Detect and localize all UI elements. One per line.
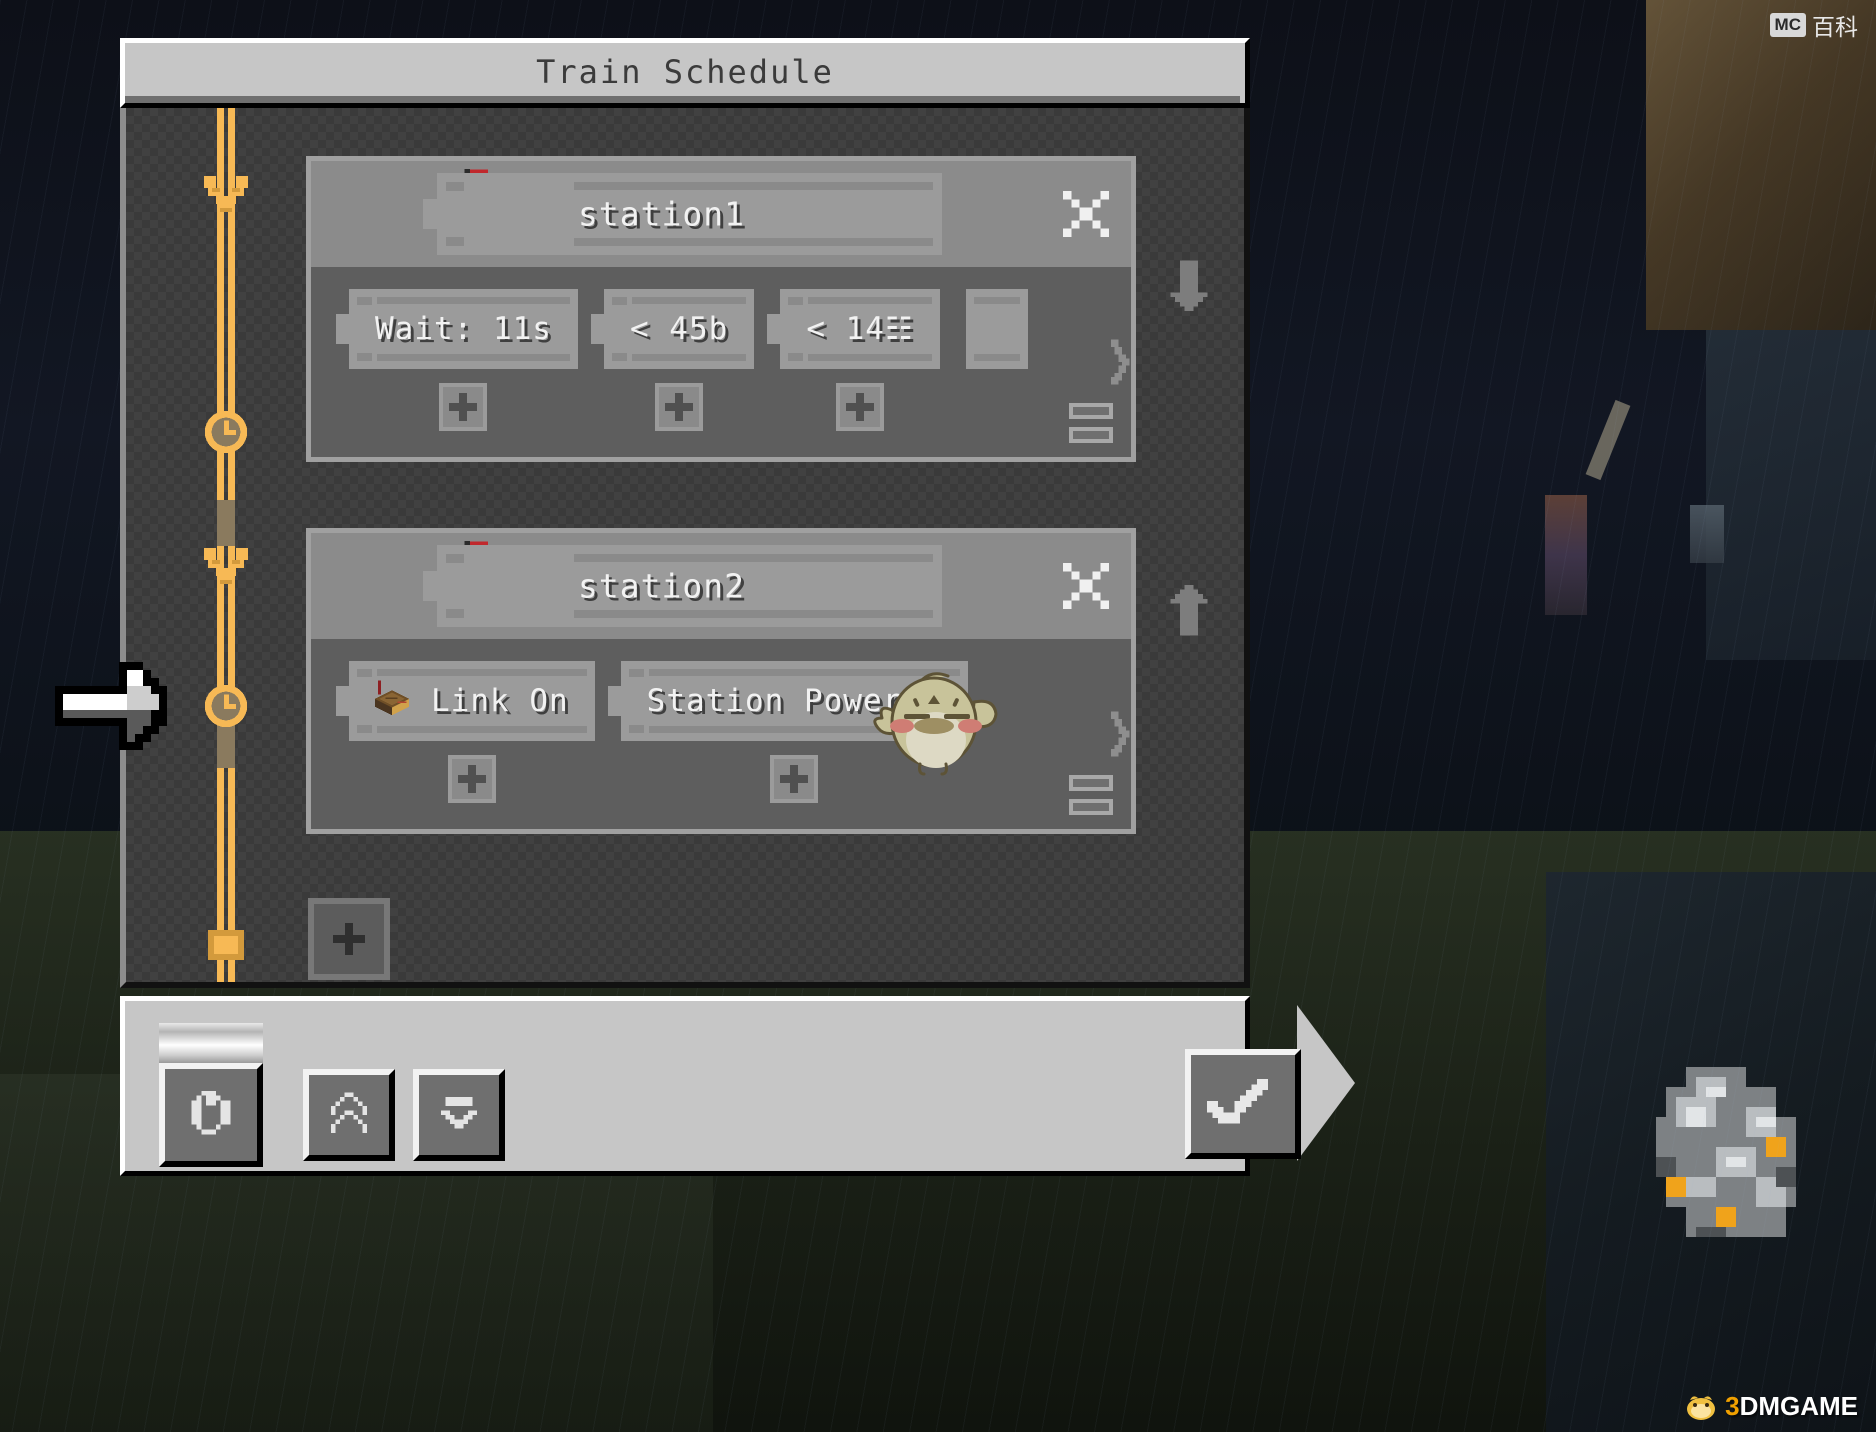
- condition-chip-group: Wait: 11s: [336, 289, 578, 431]
- condition-chip-group: < 14☷: [767, 289, 940, 431]
- condition-chip-list: Link On Station Powered: [311, 661, 1131, 803]
- add-condition-button[interactable]: [836, 383, 885, 431]
- chip-deco-line: [973, 354, 1020, 361]
- field-deco-line: [574, 238, 933, 246]
- chip-deco-line: [631, 297, 747, 304]
- condition-chip-group-overflow: [965, 289, 1028, 369]
- scroll-conditions-right-icon[interactable]: [1111, 339, 1137, 385]
- chip-deco-line: [377, 669, 587, 676]
- rail-marker-clock-2: [200, 680, 252, 732]
- destination-name-field[interactable]: station1: [423, 173, 942, 255]
- condition-chip-list: Wait: 11s < 45b < 14☷: [311, 289, 1131, 431]
- chip-deco-nub: [788, 353, 804, 361]
- condition-text: < 14☷: [806, 311, 914, 347]
- condition-chip-group: Link On: [336, 661, 595, 803]
- close-icon[interactable]: [1063, 563, 1109, 609]
- cycle-schedule-button[interactable]: [159, 1063, 263, 1167]
- add-condition-button[interactable]: [447, 755, 496, 803]
- destination-row: station1: [311, 161, 1131, 267]
- condition-list-icon[interactable]: [1069, 775, 1113, 815]
- chip-deco-line: [808, 354, 932, 361]
- confirm-tab-shape: [1297, 1005, 1355, 1161]
- schedule-list-panel: station1 Wait: 11s < 45b < 14☷ station2 …: [120, 108, 1250, 988]
- chip-deco-nub: [357, 725, 372, 733]
- chip-deco-line: [377, 354, 570, 361]
- close-icon[interactable]: [1063, 191, 1109, 237]
- scroll-conditions-right-icon[interactable]: [1111, 711, 1137, 757]
- chip-deco-line: [631, 354, 747, 361]
- train-schedule-window: Train Schedule station1 Wait: 11s < 45b …: [120, 38, 1355, 1176]
- bottom-toolbar: [120, 996, 1355, 1176]
- chip-deco-nub: [611, 297, 627, 305]
- chip-deco-nub: [611, 353, 627, 361]
- watermark-logo-icon: [1687, 1395, 1716, 1420]
- field-deco-line: [574, 182, 933, 190]
- field-deco-line: [574, 610, 933, 618]
- bird-cursor: [862, 668, 1002, 784]
- confirm-button[interactable]: [1185, 1049, 1301, 1159]
- field-deco-nub: [446, 237, 464, 246]
- left-pointer-indicator: [55, 662, 167, 754]
- field-deco-nub: [446, 182, 464, 191]
- chip-deco-line: [377, 297, 570, 304]
- condition-text: < 45b: [629, 311, 729, 347]
- cycle-toggle-cap: [159, 1023, 263, 1063]
- destination-row: station2: [311, 533, 1131, 639]
- destination-name-text: station2: [578, 566, 745, 606]
- rail-marker-chevron-2: [200, 540, 252, 592]
- chip-deco-line: [808, 297, 932, 304]
- schedule-entry[interactable]: station1 Wait: 11s < 45b < 14☷: [306, 156, 1136, 462]
- rail-marker-clock-1: [200, 406, 252, 458]
- field-deco-nub: [446, 609, 464, 618]
- condition-chip-partial[interactable]: [965, 289, 1028, 369]
- condition-text: Link On: [431, 683, 569, 719]
- move-entry-down-icon[interactable]: [1166, 260, 1212, 316]
- chip-deco-nub: [788, 297, 804, 305]
- window-title: Train Schedule: [536, 53, 834, 91]
- chip-deco-nub: [357, 297, 372, 305]
- chip-deco-nub: [628, 669, 644, 677]
- destination-name-field[interactable]: station2: [423, 545, 942, 627]
- add-condition-button[interactable]: [439, 383, 488, 431]
- condition-chip[interactable]: Wait: 11s: [336, 289, 578, 369]
- condition-chip-group: < 45b: [590, 289, 755, 431]
- confirm-area: [1185, 1005, 1355, 1161]
- watermark-bottom-right: 3DMGAME: [1684, 1391, 1858, 1422]
- field-deco-nub: [446, 554, 464, 563]
- rail-terminator: [208, 930, 244, 960]
- window-titlebar: Train Schedule: [120, 38, 1250, 108]
- move-entry-up-icon[interactable]: [1166, 580, 1212, 636]
- add-schedule-entry-button[interactable]: [308, 898, 390, 980]
- redstone-link-block-icon: [367, 676, 417, 726]
- field-deco-line: [574, 554, 933, 562]
- add-condition-button[interactable]: [770, 755, 819, 803]
- collapse-all-button[interactable]: [303, 1069, 395, 1161]
- watermark-cn-text: 百科: [1812, 14, 1858, 40]
- chip-deco-nub: [357, 353, 372, 361]
- chip-deco-line: [973, 297, 1020, 304]
- watermark-top-right: MC 百科: [1769, 8, 1858, 42]
- add-condition-button[interactable]: [655, 383, 704, 431]
- expand-entry-button[interactable]: [413, 1069, 505, 1161]
- chip-deco-line: [377, 726, 587, 733]
- schedule-timeline-rail: [204, 108, 248, 982]
- condition-chip[interactable]: < 45b: [590, 289, 755, 369]
- watermark-mc-badge: MC: [1769, 13, 1806, 37]
- condition-text: Wait: 11s: [375, 311, 552, 347]
- rail-marker-chevron-1: [200, 168, 252, 220]
- condition-chip[interactable]: < 14☷: [767, 289, 940, 369]
- conditions-row: Wait: 11s < 45b < 14☷: [311, 267, 1131, 457]
- chip-deco-nub: [628, 725, 644, 733]
- watermark-site-text: 3DMGAME: [1725, 1391, 1858, 1421]
- destination-name-text: station1: [578, 194, 745, 234]
- condition-list-icon[interactable]: [1069, 403, 1113, 443]
- condition-chip[interactable]: Link On: [336, 661, 595, 741]
- schedule-entry[interactable]: station2 Link On Station Powered: [306, 528, 1136, 834]
- conditions-row: Link On Station Powered: [311, 639, 1131, 829]
